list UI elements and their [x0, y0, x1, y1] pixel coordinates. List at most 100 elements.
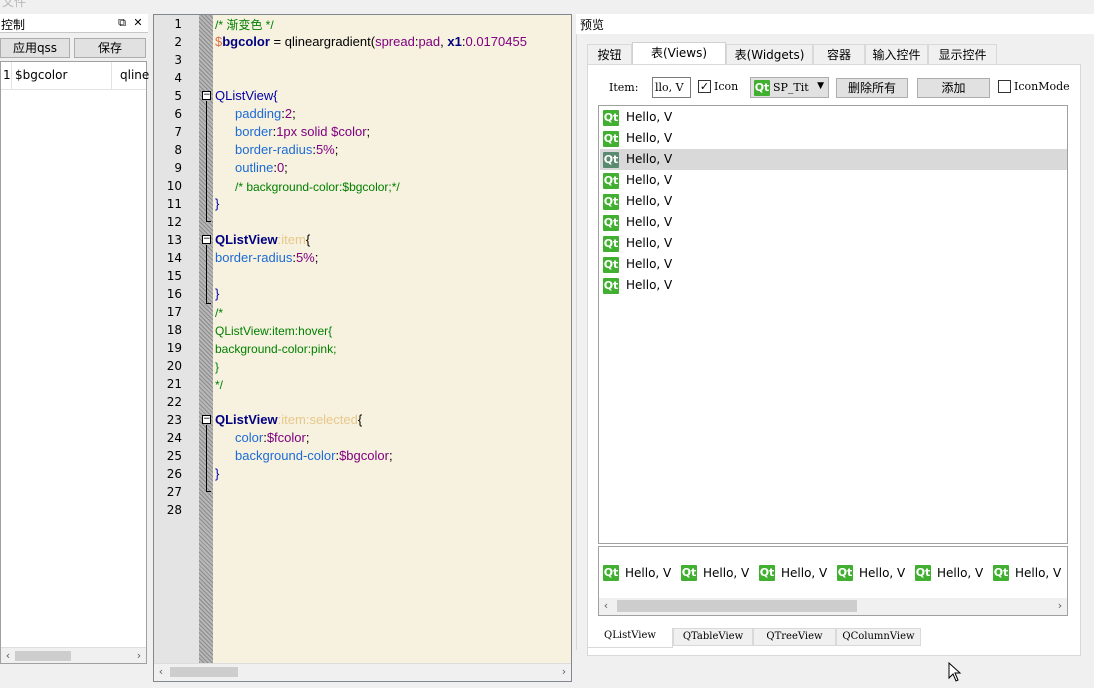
list-item[interactable]: Qt Hello, V [600, 254, 1067, 275]
preview-dock-title: 预览 [580, 18, 605, 32]
list-item-text: Hello, V [626, 152, 673, 166]
scroll-right-icon[interactable]: › [132, 648, 146, 664]
code-line-24: color:$fcolor; [235, 430, 310, 445]
list-item[interactable]: Qt Hello, V [600, 107, 1067, 128]
line-number: 9 [174, 161, 182, 175]
control-dock-titlebar: 控制 ⧉ ✕ [0, 14, 148, 33]
line-number: 18 [166, 323, 182, 337]
tab-widgets[interactable]: 表(Widgets) [726, 44, 813, 65]
code-line-23: QListView:item:selected{ [215, 412, 363, 427]
code-line-8: border-radius:5%; [235, 142, 339, 157]
list-item-text: Hello, V [859, 566, 906, 580]
fold-line [206, 101, 207, 221]
menu-file[interactable]: 文件 [2, 0, 26, 10]
line-number: 28 [166, 503, 182, 517]
qt-logo-icon: Qt [603, 565, 619, 581]
code-line-20: } [215, 360, 220, 374]
qss-code-editor[interactable]: 1 2 3 4 5 6 7 8 9 10 11 12 13 14 15 16 17 18 19 20 21 22 23 24 2… [153, 14, 572, 682]
qt-logo-icon: Qt [603, 278, 619, 294]
code-line-14: border-radius:5%; [215, 250, 319, 265]
tab-qcolumnview[interactable]: QColumnView [836, 628, 921, 646]
qt-logo-icon: Qt [759, 565, 775, 581]
icon-checkbox[interactable]: ✓ [698, 80, 711, 93]
tab-input-controls[interactable]: 输入控件 [865, 44, 928, 65]
scroll-left-icon[interactable]: ‹ [154, 664, 168, 680]
apply-qss-button[interactable]: 应用qss [0, 38, 70, 58]
list-item[interactable]: Qt Hello, V [600, 170, 1067, 191]
scrollbar-thumb[interactable] [15, 651, 71, 661]
column-divider [11, 62, 12, 90]
tab-qtableview[interactable]: QTableView [673, 628, 753, 646]
list-item-selected[interactable]: Qt Hello, V [600, 149, 1067, 170]
code-line-11: } [215, 196, 220, 211]
icon-view-hscrollbar[interactable]: ‹ › [599, 598, 1067, 615]
scrollbar-thumb[interactable] [170, 667, 238, 677]
list-item[interactable]: Qt Hello, V [600, 212, 1067, 233]
variable-table[interactable]: 1 $bgcolor qline ‹ › [0, 61, 149, 664]
qt-logo-icon: Qt [681, 565, 697, 581]
line-number: 23 [166, 413, 182, 427]
code-line-2: $bgcolor = qlineargradient(spread:pad, x… [215, 34, 527, 49]
fold-line [206, 425, 207, 491]
scroll-left-icon[interactable]: ‹ [1, 648, 15, 664]
iconmode-checkbox-label: IconMode [1014, 80, 1070, 93]
list-item-text: Hello, V [626, 131, 673, 145]
qt-logo-icon: Qt [915, 565, 931, 581]
code-line-9: outline:0; [235, 160, 288, 175]
list-item[interactable]: Qt Hello, V [600, 128, 1067, 149]
tab-views[interactable]: 表(Views) [632, 42, 726, 65]
scroll-right-icon[interactable]: › [1053, 598, 1067, 614]
tab-display-controls[interactable]: 显示控件 [928, 44, 997, 65]
save-button[interactable]: 保存 [74, 38, 146, 58]
variable-value-cell[interactable]: qline [120, 68, 149, 82]
table-row[interactable]: 1 $bgcolor qline [1, 62, 149, 90]
list-item-text: Hello, V [626, 194, 673, 208]
iconmode-checkbox[interactable] [998, 80, 1011, 93]
line-number: 2 [174, 35, 182, 49]
tab-qlistview[interactable]: QListView [587, 628, 673, 648]
add-button[interactable]: 添加 [917, 78, 990, 98]
variable-table-hscrollbar[interactable]: ‹ › [1, 647, 146, 663]
scrollbar-thumb[interactable] [617, 600, 857, 612]
line-number: 15 [166, 269, 182, 283]
item-text-input[interactable]: llo, V [652, 77, 691, 98]
list-item[interactable]: Qt Hello, V [600, 191, 1067, 212]
tab-containers[interactable]: 容器 [813, 44, 865, 65]
scroll-left-icon[interactable]: ‹ [599, 598, 613, 614]
line-number: 5 [174, 89, 182, 103]
code-line-13: QListView:item{ [215, 232, 311, 247]
variable-name-cell[interactable]: $bgcolor [15, 68, 67, 82]
line-number: 24 [166, 431, 182, 445]
scroll-right-icon[interactable]: › [557, 664, 571, 680]
column-divider [111, 62, 112, 90]
fold-toggle-icon[interactable]: − [202, 415, 211, 424]
list-item[interactable]: Qt Hello, V [600, 275, 1067, 296]
delete-all-button[interactable]: 删除所有 [836, 78, 908, 98]
list-item-text: Hello, V [781, 566, 828, 580]
chevron-down-icon[interactable]: ▼ [817, 81, 824, 91]
code-area[interactable]: /* 渐变色 */ $bgcolor = qlineargradient(spr… [213, 15, 571, 663]
line-number: 14 [166, 251, 182, 265]
tab-buttons[interactable]: 按钮 [587, 44, 632, 65]
line-number: 13 [166, 233, 182, 247]
float-icon[interactable]: ⧉ [115, 16, 129, 30]
qt-logo-icon: Qt [603, 236, 619, 252]
icon-mode-list-view[interactable]: Qt Hello, V Qt Hello, V Qt Hello, V Qt Hello… [598, 546, 1068, 616]
fold-toggle-icon[interactable]: − [202, 235, 211, 244]
line-number: 26 [166, 467, 182, 481]
list-view[interactable]: Qt Hello, V Qt Hello, V Qt Hello, V Qt Hello… [598, 105, 1068, 544]
list-item[interactable]: Qt Hello, V [600, 233, 1067, 254]
combo-value: SP_Tit [773, 81, 809, 94]
fold-toggle-icon[interactable]: − [202, 91, 211, 100]
qt-logo-icon: Qt [603, 110, 619, 126]
list-item-text: Hello, V [626, 236, 673, 250]
line-number: 1 [174, 17, 182, 31]
editor-hscrollbar[interactable]: ‹ › [154, 663, 571, 681]
line-number: 19 [166, 341, 182, 355]
standard-pixmap-combo[interactable]: Qt SP_Tit ▼ [750, 77, 829, 98]
tab-qtreeview[interactable]: QTreeView [753, 628, 836, 646]
code-line-6: padding:2; [235, 106, 296, 121]
preview-dock-titlebar: 预览 [576, 14, 1094, 34]
line-number: 7 [174, 125, 182, 139]
close-icon[interactable]: ✕ [131, 16, 145, 30]
